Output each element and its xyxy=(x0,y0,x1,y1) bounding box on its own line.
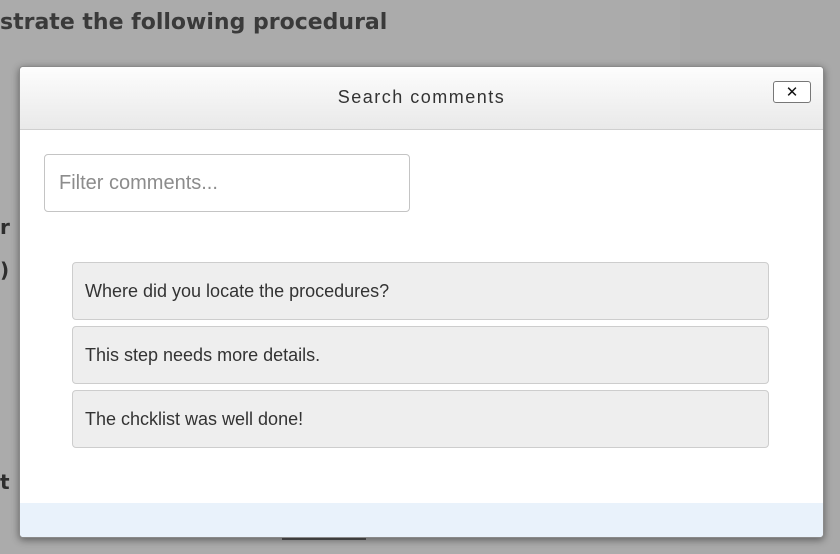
background-heading: strate the following procedural xyxy=(0,10,388,35)
dialog-footer xyxy=(20,503,823,537)
dialog-header: Search comments ✕ xyxy=(20,67,823,130)
filter-comments-input[interactable] xyxy=(44,154,410,212)
background-text-fragment: t xyxy=(0,470,10,494)
close-button[interactable]: ✕ xyxy=(773,81,811,103)
comment-list: Where did you locate the procedures? Thi… xyxy=(72,262,769,454)
background-text-fragment: r xyxy=(0,215,10,239)
background-text-fragment: ) xyxy=(0,258,10,282)
comment-item[interactable]: Where did you locate the procedures? xyxy=(72,262,769,320)
background-divider xyxy=(282,538,366,540)
comment-item[interactable]: The chcklist was well done! xyxy=(72,390,769,448)
comment-item[interactable]: This step needs more details. xyxy=(72,326,769,384)
dialog-title: Search comments xyxy=(337,87,506,107)
search-comments-dialog: Search comments ✕ Where did you locate t… xyxy=(19,66,824,538)
close-icon: ✕ xyxy=(785,83,799,101)
